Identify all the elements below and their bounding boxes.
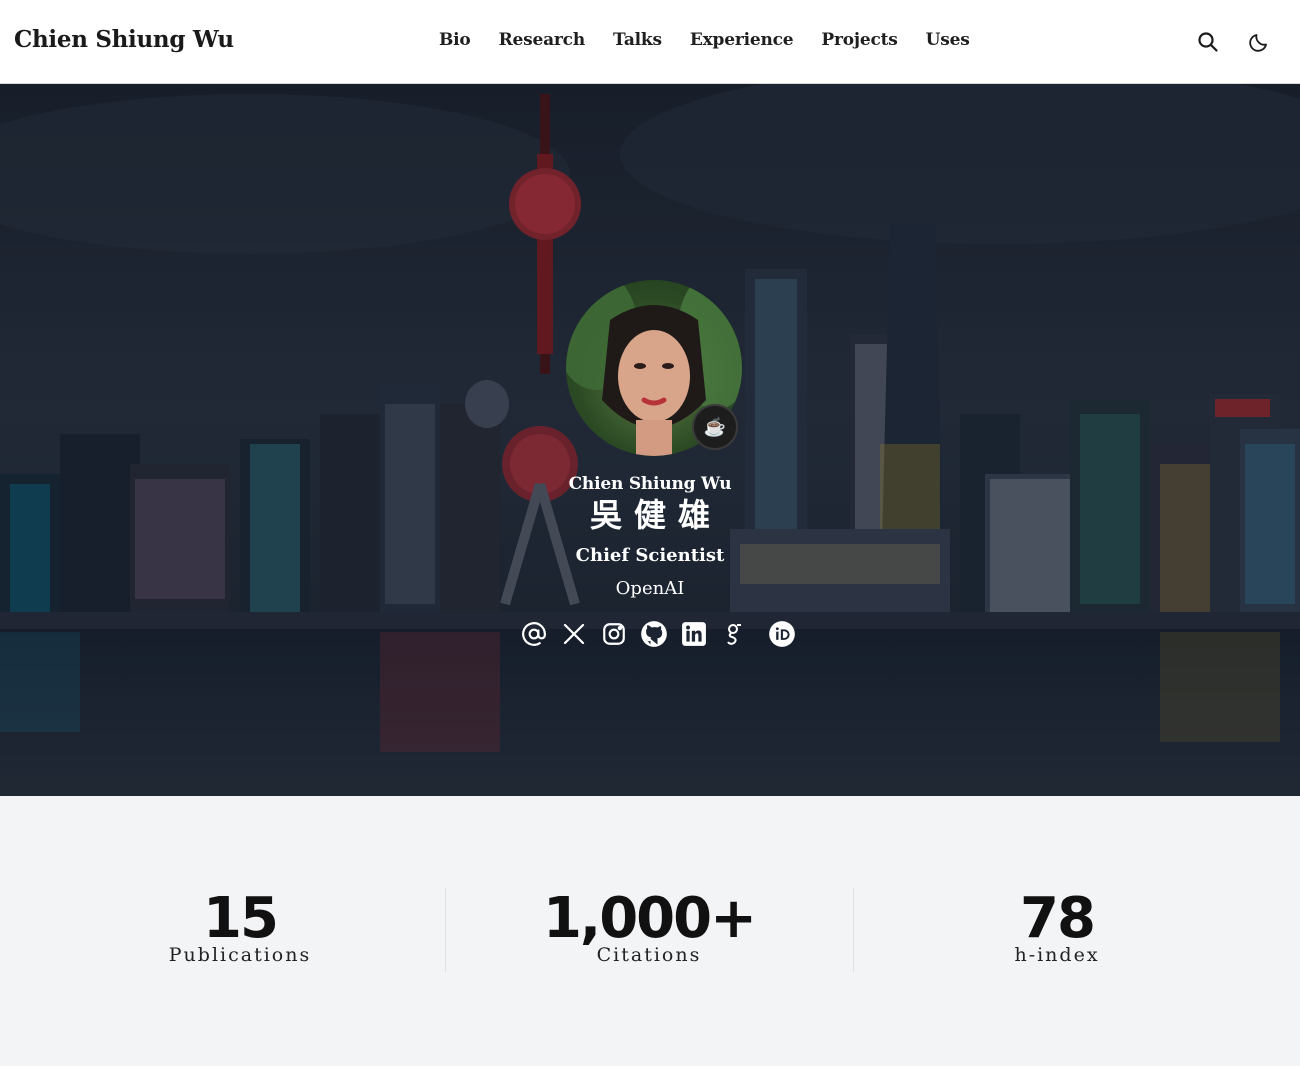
status-badge: ☕ [692, 404, 738, 450]
nav-item-research[interactable]: Research [499, 30, 586, 50]
profile-organization: OpenAI [615, 578, 685, 599]
stat-publications: 15 Publications [36, 886, 444, 967]
nav-item-experience[interactable]: Experience [690, 30, 794, 50]
nav-item-bio[interactable]: Bio [439, 30, 471, 50]
main-nav: Bio Research Talks Experience Projects U… [439, 30, 970, 50]
github-icon[interactable] [640, 620, 668, 648]
hero-section: ☕ Chien Shiung Wu 吳健雄 Chief Scientist Op… [0, 84, 1300, 796]
stat-value: 15 [203, 886, 279, 951]
instagram-icon[interactable] [600, 620, 628, 648]
nav-item-uses[interactable]: Uses [926, 30, 970, 50]
nav-item-talks[interactable]: Talks [613, 30, 662, 50]
google-scholar-icon[interactable] [720, 620, 748, 648]
stat-label: Publications [168, 944, 312, 966]
stat-value: 78 [1020, 886, 1096, 951]
stat-h-index: 78 h-index [853, 886, 1261, 967]
stat-label: h-index [1014, 944, 1100, 966]
top-navbar: Chien Shiung Wu Bio Research Talks Exper… [0, 0, 1300, 84]
search-icon[interactable] [1196, 30, 1220, 54]
nav-item-projects[interactable]: Projects [821, 30, 897, 50]
profile-name-chinese: 吳健雄 [589, 496, 722, 534]
stats-section: 15 Publications 1,000+ Citations 78 h-in… [0, 796, 1300, 1066]
at-icon[interactable] [520, 620, 548, 648]
orcid-icon[interactable] [768, 620, 796, 648]
x-icon[interactable] [560, 620, 588, 648]
stat-label: Citations [596, 944, 702, 966]
stat-value: 1,000+ [542, 886, 757, 951]
stat-citations: 1,000+ Citations [445, 886, 853, 967]
profile-role: Chief Scientist [575, 545, 725, 566]
profile-avatar: ☕ [566, 280, 742, 456]
moon-icon[interactable] [1247, 30, 1271, 54]
site-brand[interactable]: Chien Shiung Wu [14, 26, 234, 53]
social-links [520, 620, 796, 648]
linkedin-icon[interactable] [680, 620, 708, 648]
